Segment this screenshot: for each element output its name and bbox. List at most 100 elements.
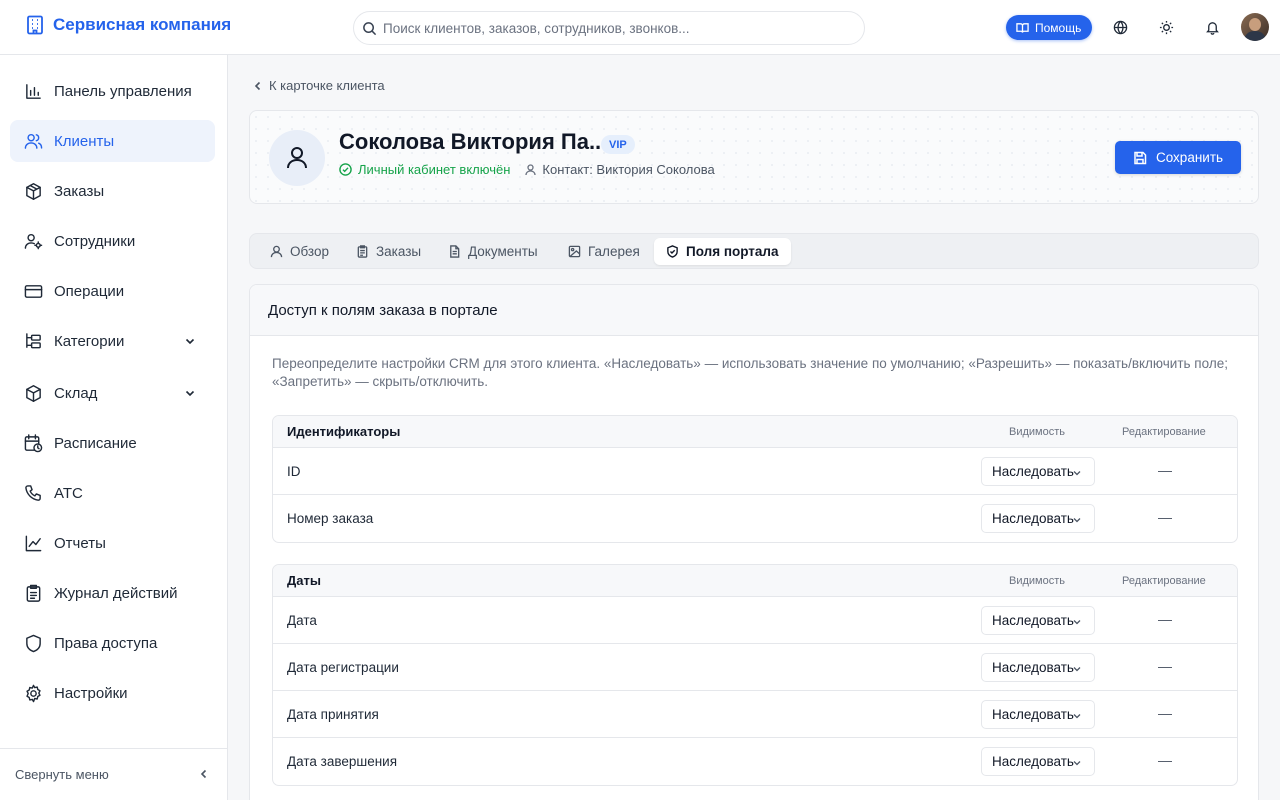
top-bar: Сервисная компания Помощь — [0, 0, 1280, 55]
portal-status-label: Личный кабинет включён — [358, 162, 511, 177]
chevron-down-icon — [1073, 620, 1081, 625]
field-label: Дата принятия — [287, 707, 379, 722]
search-box[interactable] — [353, 11, 865, 45]
visibility-select[interactable]: Наследовать — [981, 653, 1095, 682]
panel-description: Переопределите настройки CRM для этого к… — [272, 356, 1228, 389]
book-icon — [1016, 22, 1029, 33]
help-button[interactable]: Помощь — [1006, 15, 1093, 40]
field-row: Дата принятия Наследовать — — [273, 691, 1237, 738]
sidebar-item-label: Категории — [54, 332, 125, 350]
tab-portal-fields[interactable]: Поля портала — [654, 238, 791, 265]
chevron-down-icon[interactable] — [183, 386, 197, 400]
collapse-menu-button[interactable]: Свернуть меню — [0, 748, 228, 800]
sidebar-item-line-chart[interactable]: Отчеты — [10, 522, 215, 564]
visibility-value: Наследовать — [992, 707, 1074, 722]
sun-icon[interactable] — [1156, 17, 1176, 37]
vip-badge: VIP — [601, 135, 635, 154]
visibility-select[interactable]: Наследовать — [981, 700, 1095, 729]
field-label: Дата завершения — [287, 754, 398, 769]
sidebar: Свернуть меню Панель управления Клиенты За… — [0, 55, 228, 800]
gear-icon — [26, 684, 41, 702]
client-contact: Контакт: Виктория Соколова — [525, 162, 715, 177]
sidebar-item-tree[interactable]: Категории — [10, 320, 215, 362]
save-label: Сохранить — [1155, 150, 1224, 165]
client-avatar — [269, 130, 325, 186]
editing-value: — — [1158, 658, 1172, 674]
editing-value: — — [1158, 462, 1172, 478]
visibility-value: Наследовать — [992, 660, 1074, 675]
globe-icon[interactable] — [1110, 17, 1130, 37]
client-contact-label: Контакт: Виктория Соколова — [542, 162, 715, 177]
editing-value: — — [1158, 611, 1172, 627]
user-cog-icon — [24, 233, 43, 249]
shield-icon — [26, 634, 41, 652]
brand[interactable]: Сервисная компания — [26, 15, 231, 35]
editing-value: — — [1158, 509, 1172, 525]
tab-orders[interactable]: Заказы — [344, 238, 433, 265]
clipboard-icon — [357, 245, 368, 258]
sidebar-item-label: Настройки — [54, 684, 128, 702]
sidebar-item-user-cog[interactable]: Сотрудники — [10, 220, 215, 262]
sidebar-item-phone[interactable]: АТС — [10, 472, 215, 514]
tab-label: Обзор — [290, 244, 329, 259]
group-header: Даты Видимость Редактирование — [273, 565, 1237, 597]
portal-status: Личный кабинет включён — [339, 162, 510, 177]
field-label: Дата — [287, 613, 317, 628]
sidebar-item-label: Операции — [54, 282, 125, 300]
field-row: Номер заказа Наследовать — — [273, 495, 1237, 542]
visibility-value: Наследовать — [992, 754, 1074, 769]
field-label: Номер заказа — [287, 511, 374, 526]
portal-fields-panel: Доступ к полям заказа в портале Переопре… — [249, 284, 1259, 800]
field-row: ID Наследовать — — [273, 448, 1237, 495]
sidebar-item-box[interactable]: Склад — [10, 372, 215, 414]
tab-documents[interactable]: Документы — [436, 238, 550, 265]
field-row: Дата завершения Наследовать — — [273, 738, 1237, 785]
group-header: Идентификаторы Видимость Редактирование — [273, 416, 1237, 448]
sidebar-item-label: Журнал действий — [54, 584, 178, 602]
search-input[interactable] — [383, 20, 843, 36]
sidebar-item-gear[interactable]: Настройки — [10, 672, 215, 714]
sidebar-item-clipboard[interactable]: Журнал действий — [10, 572, 215, 614]
visibility-select[interactable]: Наследовать — [981, 457, 1095, 486]
sidebar-item-calendar-clock[interactable]: Расписание — [10, 422, 215, 464]
tab-gallery[interactable]: Галерея — [556, 238, 652, 265]
chevron-down-icon — [1073, 667, 1081, 672]
save-button[interactable]: Сохранить — [1115, 141, 1241, 174]
tab-label: Галерея — [588, 244, 640, 259]
sidebar-item-package[interactable]: Заказы — [10, 170, 215, 212]
field-label: Дата регистрации — [287, 660, 399, 675]
sidebar-item-users[interactable]: Клиенты — [10, 120, 215, 162]
sidebar-item-credit-card[interactable]: Операции — [10, 270, 215, 312]
client-name: Соколова Виктория Па... — [339, 129, 608, 154]
chevron-down-icon — [1073, 518, 1081, 523]
sidebar-item-bar-chart[interactable]: Панель управления — [10, 70, 215, 112]
visibility-column-header: Видимость — [1009, 575, 1065, 587]
panel-title: Доступ к полям заказа в портале — [250, 285, 1258, 336]
group-title: Идентификаторы — [287, 424, 401, 439]
sidebar-item-label: Склад — [54, 384, 98, 402]
chevron-left-icon — [200, 769, 207, 779]
chevron-down-icon — [1073, 714, 1081, 719]
line-chart-icon — [25, 535, 42, 551]
visibility-select[interactable]: Наследовать — [981, 747, 1095, 776]
user-icon — [287, 147, 307, 169]
visibility-select[interactable]: Наследовать — [981, 504, 1095, 533]
help-label: Помощь — [1035, 20, 1082, 35]
clipboard-icon — [26, 584, 41, 602]
group-title: Даты — [287, 573, 321, 588]
credit-card-icon — [24, 284, 43, 298]
bell-icon[interactable] — [1202, 17, 1222, 37]
back-link[interactable]: К карточке клиента — [253, 78, 385, 93]
back-label: К карточке клиента — [269, 78, 385, 93]
chevron-down-icon[interactable] — [183, 334, 197, 348]
sidebar-item-label: Сотрудники — [54, 232, 136, 250]
avatar[interactable] — [1241, 13, 1269, 41]
editing-column-header: Редактирование — [1122, 426, 1206, 438]
field-row: Дата регистрации Наследовать — — [273, 644, 1237, 691]
tab-overview[interactable]: Обзор — [258, 238, 341, 265]
sidebar-item-label: Заказы — [54, 182, 105, 200]
visibility-select[interactable]: Наследовать — [981, 606, 1095, 635]
sidebar-item-shield[interactable]: Права доступа — [10, 622, 215, 664]
field-row: Дата Наследовать — — [273, 597, 1237, 644]
image-icon — [568, 245, 581, 258]
